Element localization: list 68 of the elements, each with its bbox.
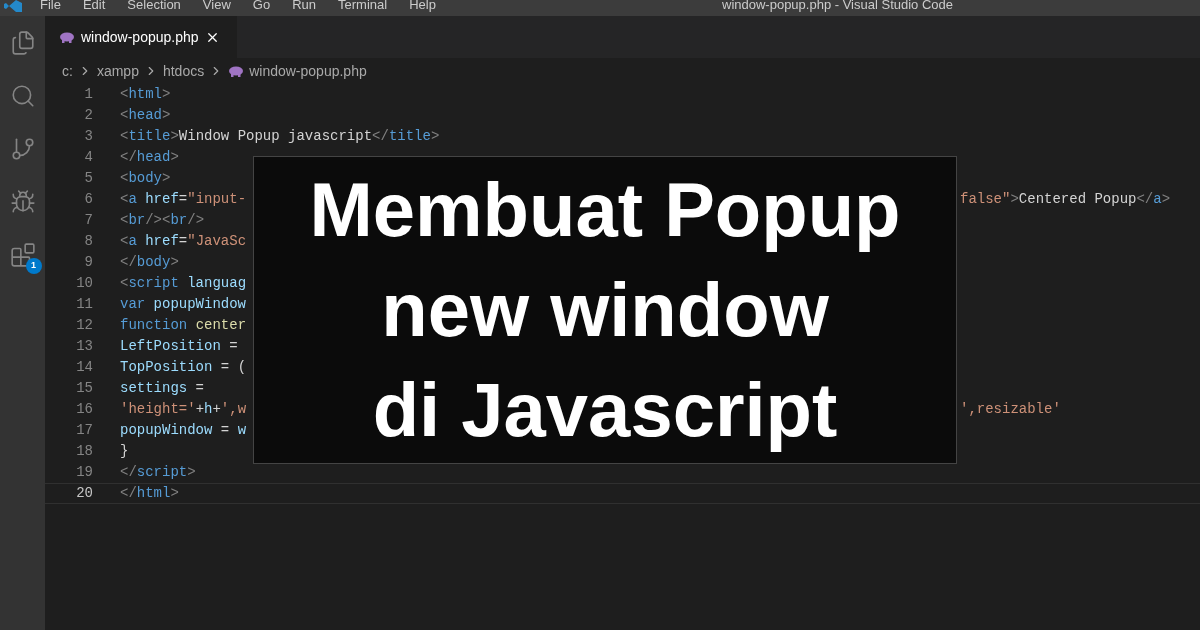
line-number: 18 bbox=[75, 442, 93, 461]
line-number: 9 bbox=[83, 253, 93, 272]
line-number: 10 bbox=[75, 274, 93, 293]
code-line: <head> bbox=[120, 107, 171, 123]
line-number: 11 bbox=[75, 295, 93, 314]
code-line: <script languag bbox=[120, 275, 247, 291]
code-line: <html> bbox=[120, 86, 171, 102]
line-number: 19 bbox=[75, 463, 93, 482]
source-control-icon[interactable] bbox=[9, 136, 36, 162]
line-number: 1 bbox=[83, 85, 93, 104]
files-icon[interactable] bbox=[9, 30, 36, 56]
code-line: function center bbox=[120, 317, 247, 333]
line-number: 7 bbox=[83, 211, 93, 230]
breadcrumb-item[interactable]: htdocs bbox=[162, 60, 205, 82]
breadcrumb-item[interactable]: xampp bbox=[96, 60, 139, 82]
code-line: </script> bbox=[120, 464, 196, 480]
overlay-title-line: di Javascript bbox=[372, 366, 838, 454]
code-line: var popupWindow bbox=[120, 296, 247, 312]
code-line: 'height='+h+',w bbox=[120, 401, 247, 417]
notification-badge: 1 bbox=[25, 258, 42, 274]
code-text: false">Centered Popup</a> bbox=[960, 190, 1171, 209]
breadcrumb-item[interactable]: c: bbox=[62, 60, 73, 82]
elephant-icon bbox=[228, 65, 245, 77]
breadcrumb-item[interactable]: window-popup.php bbox=[249, 60, 367, 82]
line-number: 2 bbox=[83, 106, 93, 125]
line-number: 17 bbox=[75, 421, 93, 440]
code-line: } bbox=[120, 443, 129, 459]
line-number: 5 bbox=[83, 169, 93, 188]
code-line: LeftPosition = bbox=[120, 338, 238, 354]
menu-item[interactable]: Go bbox=[252, 0, 271, 13]
menu-item[interactable]: Run bbox=[292, 0, 316, 13]
menu-item[interactable]: Selection bbox=[127, 0, 181, 13]
code-line: <title>Window Popup javascript</title> bbox=[120, 128, 440, 144]
line-number: 3 bbox=[83, 127, 93, 146]
line-number: 8 bbox=[83, 232, 93, 251]
code-line: <body> bbox=[120, 170, 171, 186]
code-line: </html> bbox=[120, 485, 179, 501]
line-number: 20 bbox=[75, 484, 93, 503]
code-line: <a href="input- bbox=[120, 191, 247, 207]
line-number: 6 bbox=[83, 190, 93, 209]
code-line: popupWindow = w bbox=[120, 422, 247, 438]
code-line: </head> bbox=[120, 149, 179, 165]
menu-item[interactable]: Edit bbox=[82, 0, 106, 13]
line-number: 14 bbox=[75, 358, 93, 377]
editor-tab[interactable]: window-popup.php bbox=[45, 16, 237, 58]
line-number: 13 bbox=[75, 337, 93, 356]
menu-item[interactable]: Terminal bbox=[338, 0, 388, 13]
code-line: <a href="JavaSc bbox=[120, 233, 247, 249]
menu-item[interactable]: File bbox=[40, 0, 61, 13]
window-title: window-popup.php - Visual Studio Code bbox=[722, 0, 954, 13]
code-line: TopPosition = ( bbox=[120, 359, 247, 375]
elephant-icon bbox=[59, 31, 75, 43]
menu-item[interactable]: View bbox=[202, 0, 231, 13]
line-number: 12 bbox=[75, 316, 93, 335]
line-number: 15 bbox=[75, 379, 93, 398]
bug-icon[interactable] bbox=[9, 189, 36, 215]
vscode-logo-icon bbox=[4, 0, 22, 12]
code-line: <br/><br/> bbox=[120, 212, 205, 228]
overlay-title-line: new window bbox=[381, 266, 829, 354]
tab-label: window-popup.php bbox=[81, 27, 199, 47]
extensions-icon[interactable] bbox=[9, 242, 36, 268]
line-number: 4 bbox=[83, 148, 93, 167]
code-line: </body> bbox=[120, 254, 179, 270]
line-number: 16 bbox=[75, 400, 93, 419]
overlay-title-line: Membuat Popup bbox=[309, 166, 901, 254]
code-line: settings = bbox=[120, 380, 205, 396]
menu-item[interactable]: Help bbox=[409, 0, 436, 13]
code-text: ',resizable' bbox=[960, 400, 1061, 419]
